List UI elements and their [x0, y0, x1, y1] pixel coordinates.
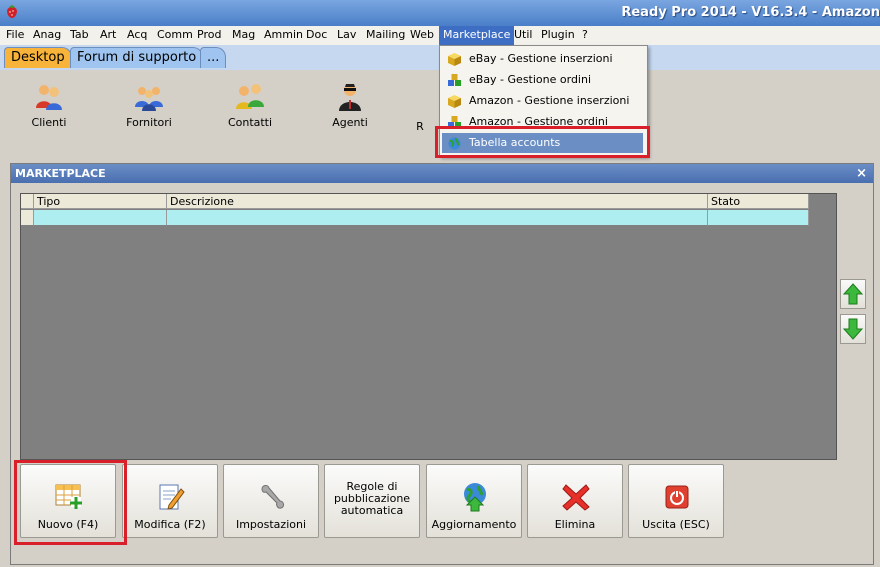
power-icon: [661, 481, 693, 513]
menu-prod[interactable]: Prod: [197, 28, 221, 41]
menu-art[interactable]: Art: [100, 28, 116, 41]
desktop-icon-label: Agenti: [332, 116, 368, 129]
menu-item-label: Amazon - Gestione inserzioni: [469, 94, 630, 107]
menu-mag[interactable]: Mag: [232, 28, 255, 41]
globe-update-icon: [459, 481, 491, 513]
menu-file[interactable]: File: [6, 28, 24, 41]
dialog-title: MARKETPLACE: [15, 167, 106, 180]
desktop-icon-partial[interactable]: R: [400, 80, 440, 133]
menu-bar: File Anag Tab Art Acq Comm Prod Mag Ammi…: [0, 26, 880, 46]
grid-cell[interactable]: [34, 210, 167, 226]
button-label: Impostazioni: [235, 518, 307, 531]
publishing-rules-button[interactable]: Regole di pubblicazione automatica: [324, 464, 420, 538]
settings-button[interactable]: Impostazioni: [223, 464, 319, 538]
menu-plugin[interactable]: Plugin: [541, 28, 575, 41]
desktop-icon-fornitori[interactable]: Fornitori: [109, 80, 189, 129]
menu-item-ebay-inserzioni[interactable]: eBay - Gestione inserzioni: [442, 49, 643, 69]
menu-tab[interactable]: Tab: [70, 28, 89, 41]
desktop-icon-label: R: [416, 120, 424, 133]
button-label: Regole di pubblicazione automatica: [333, 480, 411, 517]
highlight-box-new: [14, 460, 127, 545]
menu-acq[interactable]: Acq: [127, 28, 147, 41]
button-label: Elimina: [554, 518, 596, 531]
desktop-icon-label: Fornitori: [126, 116, 172, 129]
grid-cell[interactable]: [708, 210, 809, 226]
tab-desktop[interactable]: Desktop: [4, 47, 72, 68]
button-label: Modifica (F2): [134, 518, 206, 531]
agents-icon: [334, 80, 366, 112]
desktop-icon-contatti[interactable]: Contatti: [210, 80, 290, 129]
contacts-icon: [234, 80, 266, 112]
grid-header-stato[interactable]: Stato: [708, 194, 809, 209]
edit-button[interactable]: Modifica (F2): [122, 464, 218, 538]
menu-ammin[interactable]: Ammin: [264, 28, 303, 41]
edit-icon: [155, 481, 187, 513]
delete-button[interactable]: Elimina: [527, 464, 623, 538]
wrench-icon: [256, 481, 288, 513]
arrow-up-icon: [842, 283, 864, 305]
move-up-button[interactable]: [840, 279, 866, 309]
menu-mailing[interactable]: Mailing: [366, 28, 405, 41]
button-label: Uscita (ESC): [642, 518, 710, 531]
accounts-grid[interactable]: Tipo Descrizione Stato: [20, 193, 837, 460]
grid-header-tipo[interactable]: Tipo: [34, 194, 167, 209]
box-icon: [447, 52, 462, 67]
menu-comm[interactable]: Comm: [157, 28, 193, 41]
marketplace-dialog: MARKETPLACE × Tipo Descrizione Stato Nuo…: [10, 163, 874, 565]
dialog-title-bar: MARKETPLACE ×: [11, 164, 873, 183]
grid-cell[interactable]: [167, 210, 708, 226]
box-icon: [447, 94, 462, 109]
menu-anag[interactable]: Anag: [33, 28, 61, 41]
tab-forum[interactable]: Forum di supporto: [70, 47, 204, 68]
update-button[interactable]: Aggiornamento: [426, 464, 522, 538]
menu-web[interactable]: Web: [410, 28, 434, 41]
clients-icon: [33, 80, 65, 112]
close-icon[interactable]: ×: [856, 164, 867, 183]
desktop-icon-label: Contatti: [227, 116, 273, 129]
menu-help[interactable]: ?: [582, 28, 588, 41]
menu-util[interactable]: Util: [514, 28, 532, 41]
arrow-down-icon: [842, 318, 864, 340]
menu-item-ebay-ordini[interactable]: eBay - Gestione ordini: [442, 70, 643, 90]
row-indicator: [21, 210, 34, 226]
move-down-button[interactable]: [840, 314, 866, 344]
desktop-icon-label: Clienti: [31, 116, 67, 129]
menu-doc[interactable]: Doc: [306, 28, 327, 41]
title-bar: Ready Pro 2014 - V16.3.4 - Amazon: [0, 0, 880, 26]
menu-item-label: eBay - Gestione ordini: [469, 73, 592, 86]
delete-x-icon: [560, 481, 592, 513]
orders-icon: [447, 73, 462, 88]
exit-button[interactable]: Uscita (ESC): [628, 464, 724, 538]
menu-marketplace[interactable]: Marketplace: [439, 26, 515, 45]
desktop-icon-clienti[interactable]: Clienti: [9, 80, 89, 129]
grid-header-descrizione[interactable]: Descrizione: [167, 194, 708, 209]
button-label: Aggiornamento: [431, 518, 517, 531]
menu-lav[interactable]: Lav: [337, 28, 356, 41]
desktop-icon-agenti[interactable]: Agenti: [310, 80, 390, 129]
highlight-box-accounts: [435, 126, 650, 158]
window-title: Ready Pro 2014 - V16.3.4 - Amazon: [621, 5, 880, 20]
menu-item-amazon-inserzioni[interactable]: Amazon - Gestione inserzioni: [442, 91, 643, 111]
tab-more[interactable]: ...: [200, 47, 227, 68]
suppliers-icon: [133, 80, 165, 112]
strawberry-icon: [4, 4, 20, 20]
menu-item-label: eBay - Gestione inserzioni: [469, 52, 613, 65]
grid-corner: [21, 194, 34, 209]
